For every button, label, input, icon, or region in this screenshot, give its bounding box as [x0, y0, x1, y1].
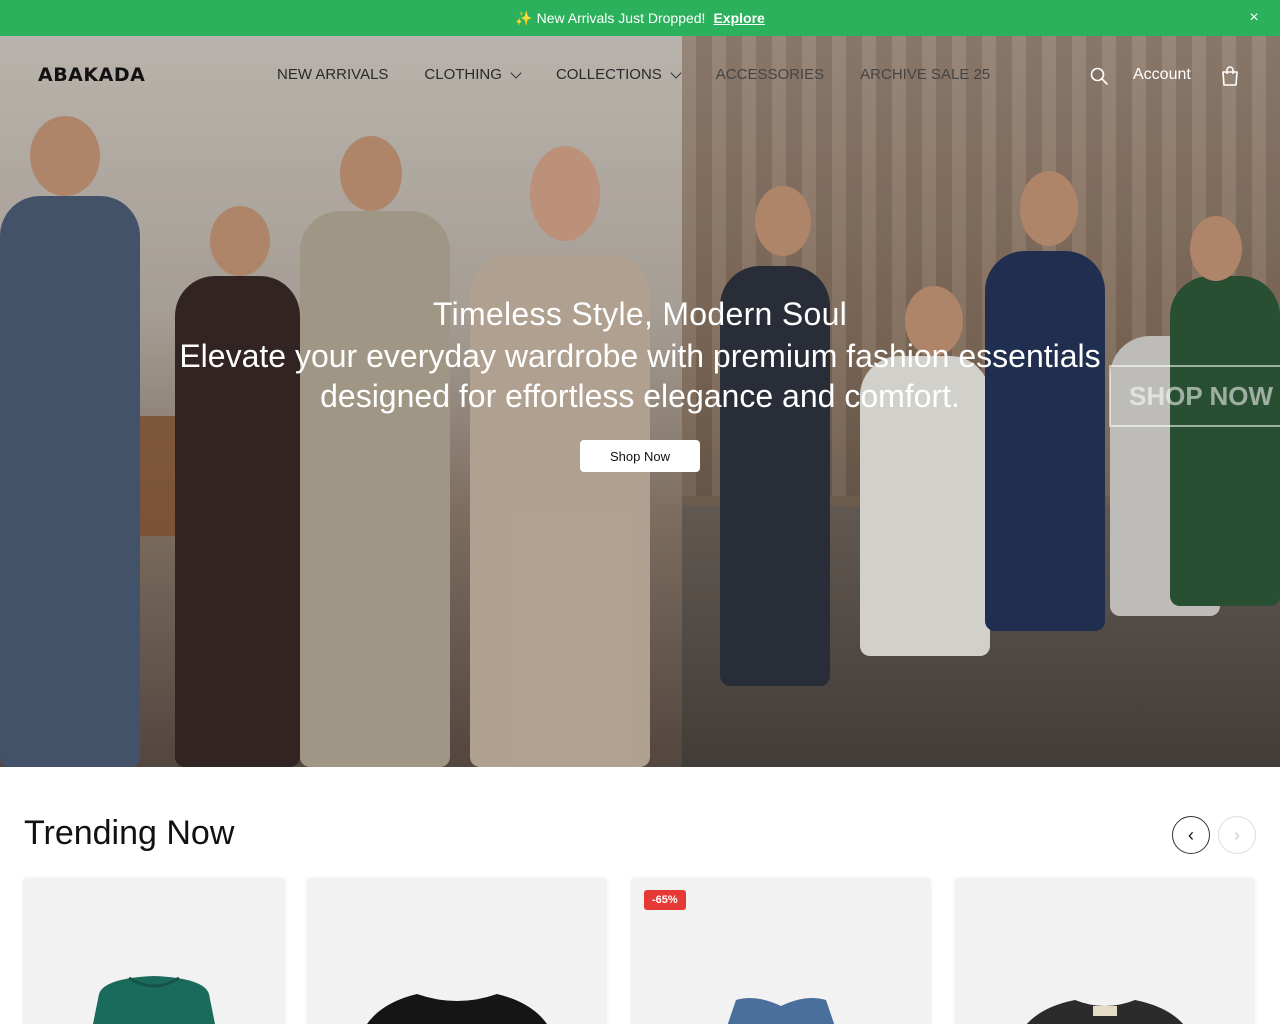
explore-link[interactable]: Explore	[713, 10, 764, 26]
product-card[interactable]	[24, 878, 284, 1024]
nav-label: ARCHIVE SALE 25	[860, 66, 991, 83]
nav-archive-sale[interactable]: ARCHIVE SALE 25	[860, 66, 990, 83]
announcement-text: New Arrivals Just Dropped!	[536, 10, 706, 26]
announcement-bar: ✨ New Arrivals Just Dropped! Explore ×	[0, 0, 1280, 36]
main-nav: NEW ARRIVALS CLOTHING COLLECTIONS ACCESS…	[277, 66, 1026, 83]
nav-new-arrivals[interactable]: NEW ARRIVALS	[277, 66, 388, 83]
shop-now-overlay-label: SHOP NOW	[1109, 365, 1280, 427]
carousel-next-button[interactable]: ›	[1218, 816, 1256, 854]
bag-icon[interactable]	[1221, 66, 1239, 86]
chevron-down-icon	[670, 66, 682, 79]
product-image	[727, 998, 835, 1024]
discount-badge: -65%	[644, 890, 686, 910]
nav-collections[interactable]: COLLECTIONS	[555, 66, 682, 83]
nav-label: ACCESSORIES	[715, 66, 825, 83]
chevron-right-icon: ›	[1234, 824, 1240, 845]
product-image	[1027, 1000, 1183, 1024]
product-card[interactable]	[308, 878, 606, 1024]
nav-label: NEW ARRIVALS	[277, 66, 389, 83]
shop-now-button[interactable]: Shop Now	[580, 440, 700, 472]
chevron-down-icon	[510, 66, 522, 79]
product-image	[93, 976, 215, 1024]
sparkle-icon: ✨	[515, 9, 533, 26]
product-image	[367, 994, 547, 1024]
close-icon[interactable]: ×	[1244, 8, 1264, 28]
chevron-left-icon: ‹	[1188, 824, 1194, 845]
product-card[interactable]: -65%	[632, 878, 930, 1024]
nav-clothing[interactable]: CLOTHING	[424, 66, 522, 83]
nav-label: COLLECTIONS	[555, 66, 662, 83]
hero-title: Timeless Style, Modern Soul	[432, 296, 848, 332]
carousel-prev-button[interactable]: ‹	[1172, 816, 1210, 854]
hero-subtitle: Elevate your everyday wardrobe with prem…	[179, 338, 1101, 414]
section-title: Trending Now	[24, 814, 235, 852]
account-link[interactable]: Account	[1133, 66, 1191, 84]
nav-accessories[interactable]: ACCESSORIES	[716, 66, 824, 83]
site-logo[interactable]: ABAKADA	[38, 64, 145, 86]
search-icon[interactable]	[1089, 66, 1109, 86]
nav-label: CLOTHING	[424, 66, 502, 83]
product-card[interactable]	[956, 878, 1254, 1024]
